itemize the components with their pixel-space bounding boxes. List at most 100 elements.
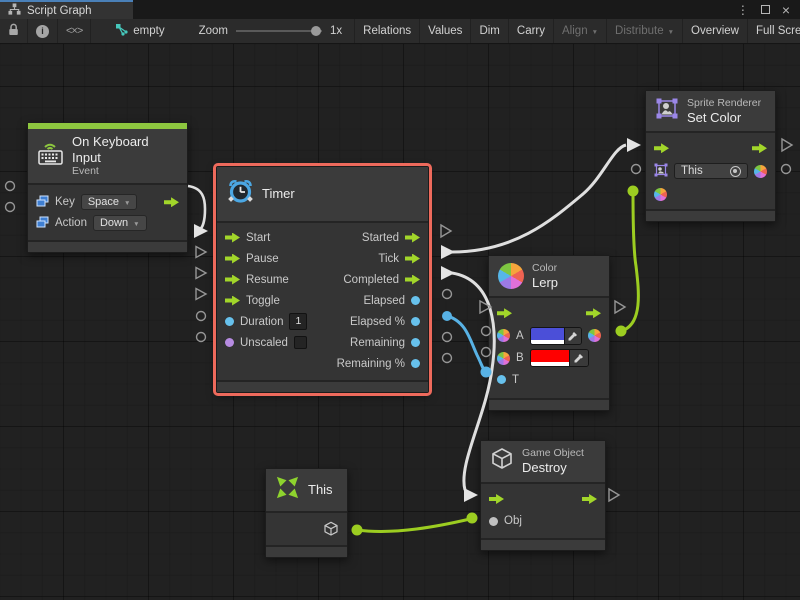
value-in-port[interactable]: [497, 375, 506, 384]
flow-in-port[interactable]: [225, 275, 240, 285]
port-setcolor-flow-out-ext[interactable]: [782, 139, 792, 151]
port-timer-unscaled-ext[interactable]: [197, 333, 206, 342]
flow-out-port[interactable]: [405, 275, 420, 285]
graph-reference-button[interactable]: empty: [107, 19, 172, 43]
color-b-swatch[interactable]: [531, 350, 569, 366]
node-destroy[interactable]: Game Object Destroy Obj: [480, 440, 606, 551]
eyedropper-button[interactable]: [569, 350, 588, 366]
flow-out-port[interactable]: [405, 254, 420, 264]
port-destroy-obj-connected[interactable]: [467, 513, 478, 524]
wire-keyboard-to-timer-start[interactable]: [188, 186, 205, 230]
info-button[interactable]: i: [28, 19, 58, 43]
unscaled-checkbox[interactable]: [294, 336, 307, 349]
node-header[interactable]: Timer: [217, 167, 428, 223]
object-out-port[interactable]: [323, 521, 339, 537]
menu-icon[interactable]: ⋮: [737, 4, 749, 16]
node-set-color[interactable]: Sprite Renderer Set Color: [645, 90, 776, 222]
wire-tick-to-setcolor[interactable]: [452, 145, 626, 252]
code-view-button[interactable]: <×>: [58, 19, 91, 43]
port-timer-duration-ext[interactable]: [197, 312, 206, 321]
node-header[interactable]: Game Object Destroy: [481, 441, 605, 484]
port-setcolor-flow-in-connected[interactable]: [627, 138, 641, 152]
port-lerp-flow-out-ext[interactable]: [615, 301, 625, 313]
port-timer-resume-ext[interactable]: [196, 268, 206, 279]
port-timer-toggle-ext[interactable]: [196, 289, 206, 300]
port-timer-pause-ext[interactable]: [196, 247, 206, 258]
flow-in-port[interactable]: [497, 308, 512, 318]
flow-out-port[interactable]: [586, 308, 601, 318]
target-field[interactable]: This: [674, 163, 748, 179]
color-b-control[interactable]: [530, 349, 589, 367]
port-destroy-flow-out-ext[interactable]: [609, 489, 619, 501]
port-destroy-flow-in-connected[interactable]: [464, 488, 478, 502]
zoom-slider-track[interactable]: [236, 30, 322, 32]
port-setcolor-color-out-ext[interactable]: [782, 165, 791, 174]
node-timer[interactable]: Timer Start Started Pause Tick: [216, 166, 429, 393]
port-setcolor-target-ext[interactable]: [632, 165, 641, 174]
value-out-port[interactable]: [411, 359, 420, 368]
value-out-port[interactable]: [411, 338, 420, 347]
port-timer-elapsed-pct-connected[interactable]: [442, 311, 452, 321]
values-button[interactable]: Values: [420, 19, 471, 43]
wire-lerp-to-setcolor-color[interactable]: [621, 192, 638, 331]
target-picker-icon[interactable]: [730, 166, 741, 177]
port-lerp-color-out-connected[interactable]: [616, 326, 627, 337]
graph-canvas[interactable]: On Keyboard Input Event Key Space ▼: [0, 44, 800, 600]
port-timer-started-ext[interactable]: [441, 225, 451, 237]
port-keyboard-action-ext[interactable]: [6, 203, 15, 212]
dim-button[interactable]: Dim: [471, 19, 508, 43]
port-timer-remaining-pct-ext[interactable]: [443, 354, 452, 363]
close-icon[interactable]: ×: [782, 3, 790, 17]
lock-button[interactable]: [0, 19, 28, 43]
port-this-out-connected[interactable]: [352, 525, 363, 536]
flow-out-port[interactable]: [582, 494, 597, 504]
flow-out-port[interactable]: [752, 143, 767, 153]
flow-in-port[interactable]: [225, 296, 240, 306]
relations-button[interactable]: Relations: [355, 19, 420, 43]
color-out-port[interactable]: [588, 329, 601, 342]
zoom-slider-handle[interactable]: [311, 26, 321, 36]
flow-in-port[interactable]: [225, 254, 240, 264]
wire-this-to-destroy-obj[interactable]: [357, 519, 470, 531]
maximize-icon[interactable]: [761, 5, 770, 14]
value-in-port[interactable]: [225, 317, 234, 326]
color-out-port[interactable]: [754, 165, 767, 178]
value-out-port[interactable]: [411, 317, 420, 326]
node-header[interactable]: Color Lerp: [489, 256, 609, 298]
port-setcolor-color-in-connected[interactable]: [628, 186, 639, 197]
node-color-lerp[interactable]: Color Lerp A: [488, 255, 610, 411]
flow-in-port[interactable]: [225, 233, 240, 243]
node-header[interactable]: On Keyboard Input Event: [28, 129, 187, 185]
port-keyboard-key-ext[interactable]: [6, 182, 15, 191]
tab-script-graph[interactable]: Script Graph: [0, 0, 133, 19]
wire-elapsed-pct-to-lerp-t[interactable]: [447, 316, 486, 372]
object-in-port[interactable]: [489, 517, 498, 526]
node-header[interactable]: This: [266, 469, 347, 513]
overview-button[interactable]: Overview: [683, 19, 748, 43]
flow-out-port[interactable]: [405, 233, 420, 243]
port-timer-completed-connected[interactable]: [441, 266, 455, 280]
duration-field[interactable]: 1: [289, 313, 307, 330]
zoom-slider[interactable]: [236, 25, 322, 37]
color-in-port[interactable]: [497, 352, 510, 365]
port-timer-elapsed-ext[interactable]: [443, 290, 452, 299]
node-this[interactable]: This: [265, 468, 348, 558]
color-in-port[interactable]: [497, 329, 510, 342]
node-on-keyboard-input[interactable]: On Keyboard Input Event Key Space ▼: [27, 122, 188, 253]
value-out-port[interactable]: [411, 296, 420, 305]
port-timer-tick-connected[interactable]: [441, 245, 455, 259]
flow-out-port[interactable]: [164, 197, 179, 207]
flow-in-port[interactable]: [654, 143, 669, 153]
flow-in-port[interactable]: [489, 494, 504, 504]
port-timer-start-connected[interactable]: [194, 224, 208, 238]
color-in-port[interactable]: [654, 188, 667, 201]
fullscreen-button[interactable]: Full Screen: [748, 19, 800, 43]
carry-button[interactable]: Carry: [509, 19, 554, 43]
color-a-swatch[interactable]: [531, 328, 564, 344]
color-a-control[interactable]: [530, 327, 582, 345]
bool-in-port[interactable]: [225, 338, 234, 347]
key-dropdown[interactable]: Space ▼: [81, 194, 138, 210]
node-header[interactable]: Sprite Renderer Set Color: [646, 91, 775, 133]
eyedropper-button[interactable]: [564, 328, 581, 344]
port-timer-remaining-ext[interactable]: [443, 333, 452, 342]
